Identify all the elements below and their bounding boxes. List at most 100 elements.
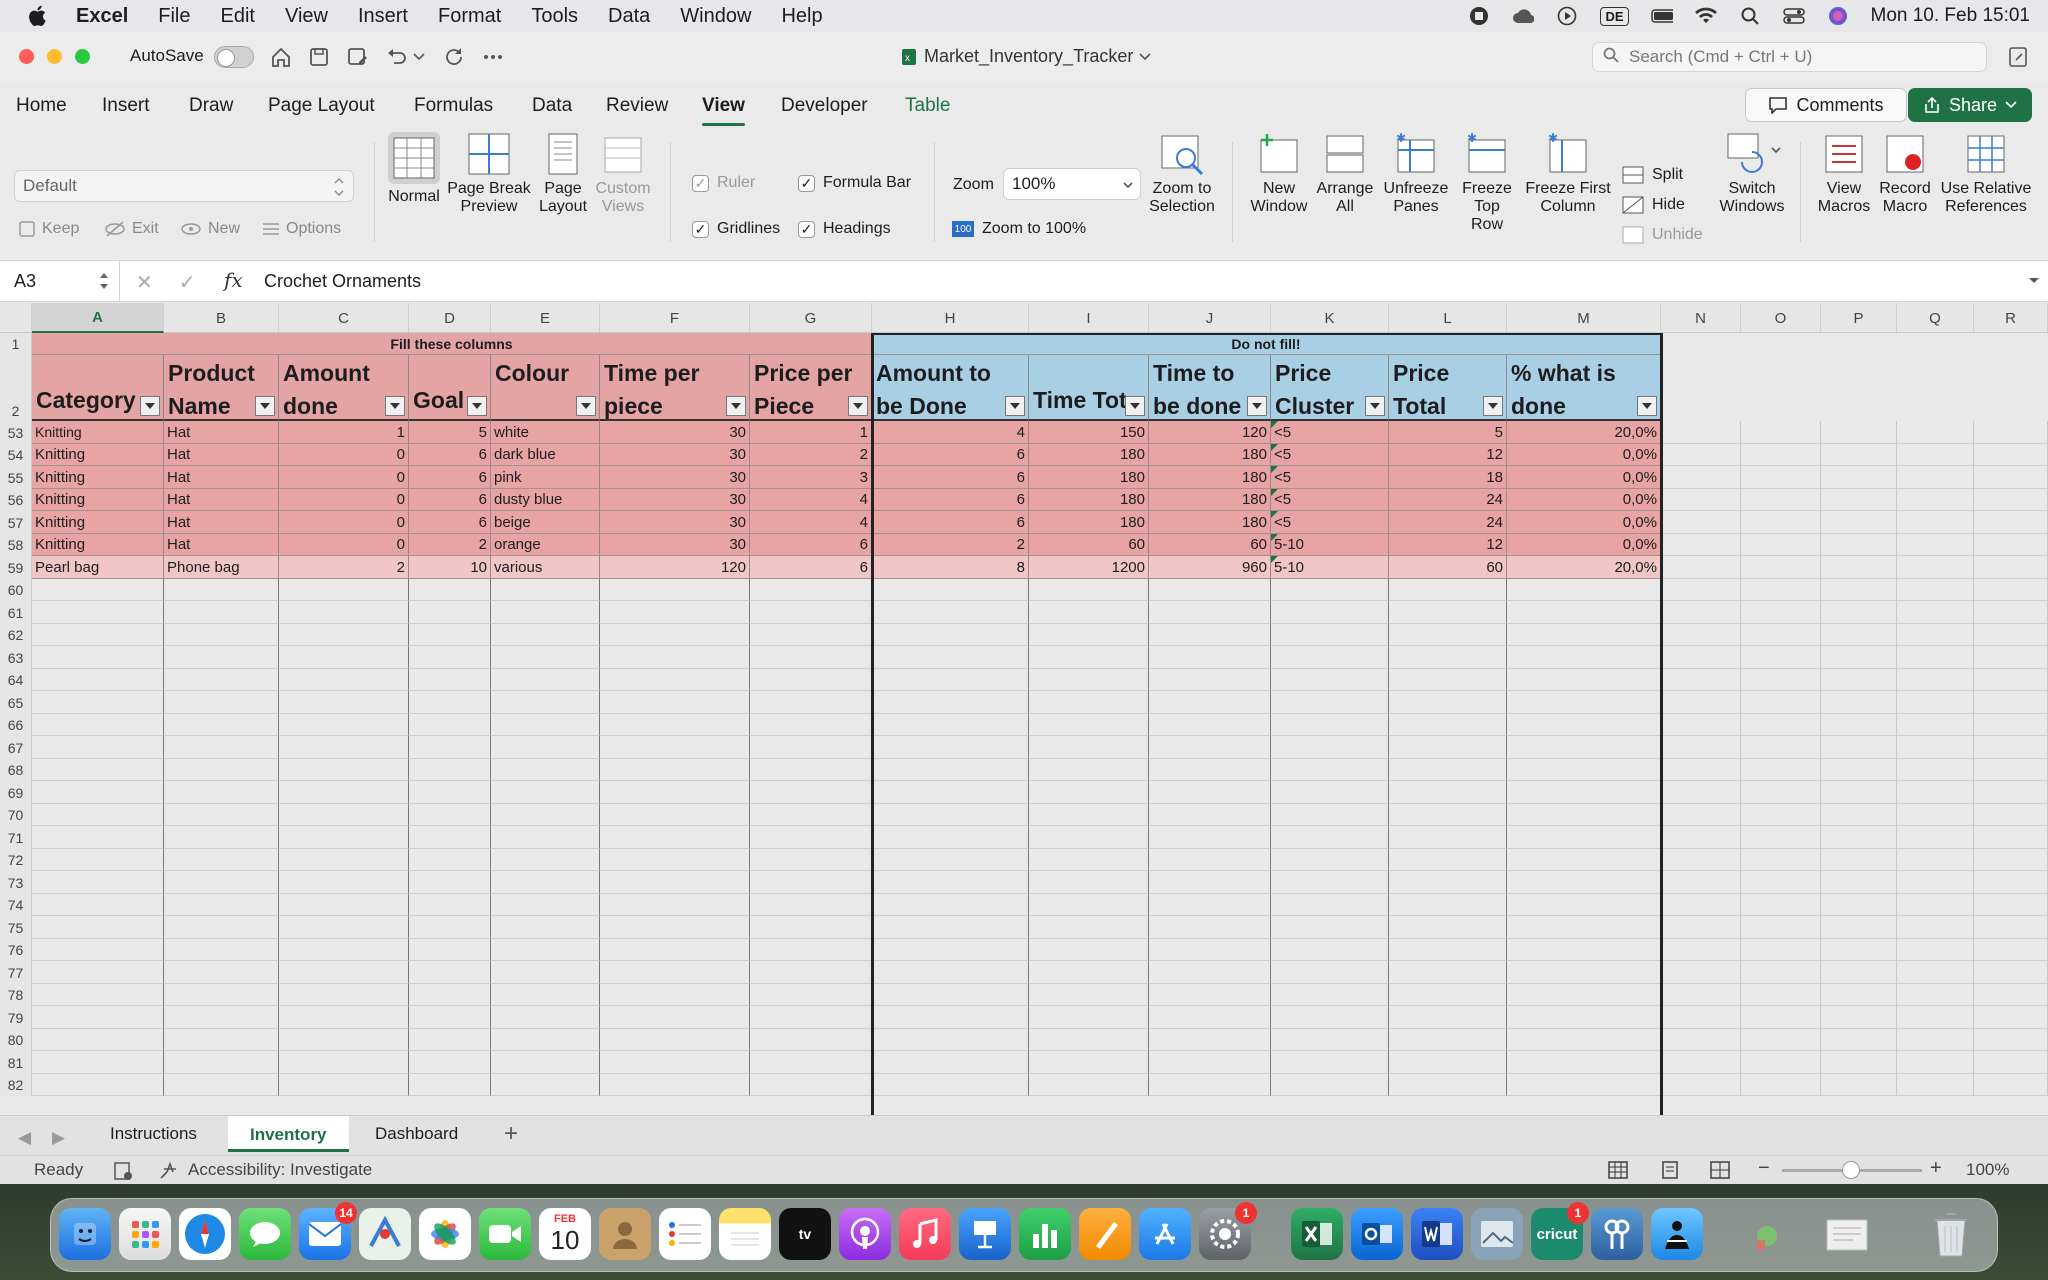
empty-cell[interactable] (1507, 759, 1661, 781)
contacts-icon[interactable] (599, 1208, 651, 1260)
empty-cell[interactable] (1661, 871, 1741, 894)
column-header-c[interactable]: C (279, 303, 409, 333)
empty-cell[interactable] (1741, 736, 1821, 759)
table-cell[interactable]: 180 (1149, 466, 1271, 489)
empty-cell[interactable] (1029, 894, 1149, 916)
table-header-cell[interactable]: Price per Piece (750, 355, 872, 421)
empty-cell[interactable] (1507, 826, 1661, 849)
empty-cell[interactable] (872, 624, 1029, 646)
zoom-to-selection-button[interactable]: Zoom to Selection (1144, 132, 1220, 216)
table-cell[interactable]: pink (491, 466, 600, 489)
empty-cell[interactable] (164, 804, 279, 826)
formula-bar-checkbox[interactable]: ✓ Formula Bar (798, 174, 911, 192)
empty-cell[interactable] (32, 1051, 164, 1074)
empty-cell[interactable] (600, 646, 750, 669)
empty-cell[interactable] (872, 669, 1029, 691)
freeze-top-row-button[interactable]: ✱ Freeze Top Row (1456, 132, 1518, 234)
table-cell[interactable]: 0 (279, 466, 409, 489)
page-break-preview-button[interactable]: Page Break Preview (446, 132, 532, 216)
tab-view[interactable]: View (702, 95, 745, 126)
ruler-checkbox[interactable]: ✓ Ruler (692, 174, 755, 192)
table-cell[interactable]: 6 (872, 444, 1029, 466)
empty-cell[interactable] (1741, 534, 1821, 556)
error-indicator-icon[interactable] (1271, 466, 1278, 473)
empty-cell[interactable] (164, 894, 279, 916)
table-cell[interactable]: 1200 (1029, 556, 1149, 579)
comments-button[interactable]: Comments (1745, 88, 1907, 122)
row-header[interactable]: 76 (0, 939, 32, 961)
empty-cell[interactable] (1897, 939, 1974, 961)
battery-icon[interactable] (1650, 5, 1673, 27)
table-cell[interactable]: 6 (409, 489, 491, 511)
empty-cell[interactable] (1029, 804, 1149, 826)
row-header[interactable]: 67 (0, 736, 32, 759)
row-header[interactable]: 72 (0, 849, 32, 871)
empty-cell[interactable] (1661, 691, 1741, 714)
excel-dock-icon[interactable] (1291, 1208, 1343, 1260)
empty-cell[interactable] (1821, 961, 1897, 984)
empty-cell[interactable] (1821, 916, 1897, 939)
empty-cell[interactable] (1974, 894, 2048, 916)
empty-cell[interactable] (409, 1029, 491, 1051)
save-icon[interactable] (306, 44, 332, 70)
tab-draw[interactable]: Draw (189, 95, 233, 117)
column-header-m[interactable]: M (1507, 303, 1661, 333)
table-header-cell[interactable]: Amount done (279, 355, 409, 421)
menu-insert[interactable]: Insert (358, 5, 408, 28)
tab-formulas[interactable]: Formulas (414, 95, 493, 117)
row-header[interactable]: 70 (0, 804, 32, 826)
empty-cell[interactable] (1741, 871, 1821, 894)
filter-dropdown-icon[interactable] (1483, 396, 1503, 416)
column-header-i[interactable]: I (1029, 303, 1149, 333)
empty-cell[interactable] (491, 601, 600, 624)
preview-icon[interactable] (1471, 1208, 1523, 1260)
empty-cell[interactable] (750, 849, 872, 871)
empty-cell[interactable] (32, 1006, 164, 1029)
empty-cell[interactable] (872, 601, 1029, 624)
empty-cell[interactable] (1661, 624, 1741, 646)
empty-cell[interactable] (750, 1051, 872, 1074)
empty-cell[interactable] (164, 691, 279, 714)
empty-cell[interactable] (1821, 601, 1897, 624)
error-indicator-icon[interactable] (1271, 421, 1278, 428)
empty-cell[interactable] (1741, 1051, 1821, 1074)
table-cell[interactable]: dark blue (491, 444, 600, 466)
page-layout-status-icon[interactable] (1660, 1161, 1680, 1179)
empty-cell[interactable] (1661, 916, 1741, 939)
empty-cell[interactable] (1149, 1029, 1271, 1051)
empty-cell[interactable] (1974, 646, 2048, 669)
next-sheet-arrow-icon[interactable]: ▶ (52, 1128, 65, 1148)
empty-cell[interactable] (279, 1074, 409, 1096)
empty-cell[interactable] (491, 1029, 600, 1051)
empty-cell[interactable] (1507, 961, 1661, 984)
share-chevron-icon[interactable] (2005, 101, 2017, 109)
empty-cell[interactable] (279, 759, 409, 781)
tab-review[interactable]: Review (606, 95, 668, 117)
expand-formula-bar-icon[interactable] (2028, 277, 2040, 285)
empty-cell[interactable] (1821, 759, 1897, 781)
table-cell[interactable]: 180 (1029, 466, 1149, 489)
empty-cell[interactable] (1897, 534, 1974, 556)
empty-cell[interactable] (491, 691, 600, 714)
empty-cell[interactable] (409, 961, 491, 984)
accessibility-status[interactable]: Accessibility: Investigate (188, 1160, 372, 1180)
table-cell[interactable]: 5 (409, 421, 491, 444)
table-cell[interactable]: Pearl bag (32, 556, 164, 579)
row-header[interactable]: 71 (0, 826, 32, 849)
headings-checkbox[interactable]: ✓ Headings (798, 220, 891, 238)
empty-cell[interactable] (1029, 1029, 1149, 1051)
table-cell[interactable]: 150 (1029, 421, 1149, 444)
empty-cell[interactable] (1271, 916, 1389, 939)
table-cell[interactable]: Hat (164, 534, 279, 556)
empty-cell[interactable] (1897, 871, 1974, 894)
table-cell[interactable]: 5-10 (1271, 534, 1389, 556)
table-cell[interactable]: 60 (1149, 534, 1271, 556)
empty-cell[interactable] (1741, 511, 1821, 534)
empty-cell[interactable] (872, 826, 1029, 849)
filter-dropdown-icon[interactable] (1247, 396, 1267, 416)
empty-cell[interactable] (164, 714, 279, 736)
empty-cell[interactable] (32, 916, 164, 939)
empty-cell[interactable] (750, 669, 872, 691)
empty-cell[interactable] (1389, 714, 1507, 736)
empty-cell[interactable] (1507, 736, 1661, 759)
